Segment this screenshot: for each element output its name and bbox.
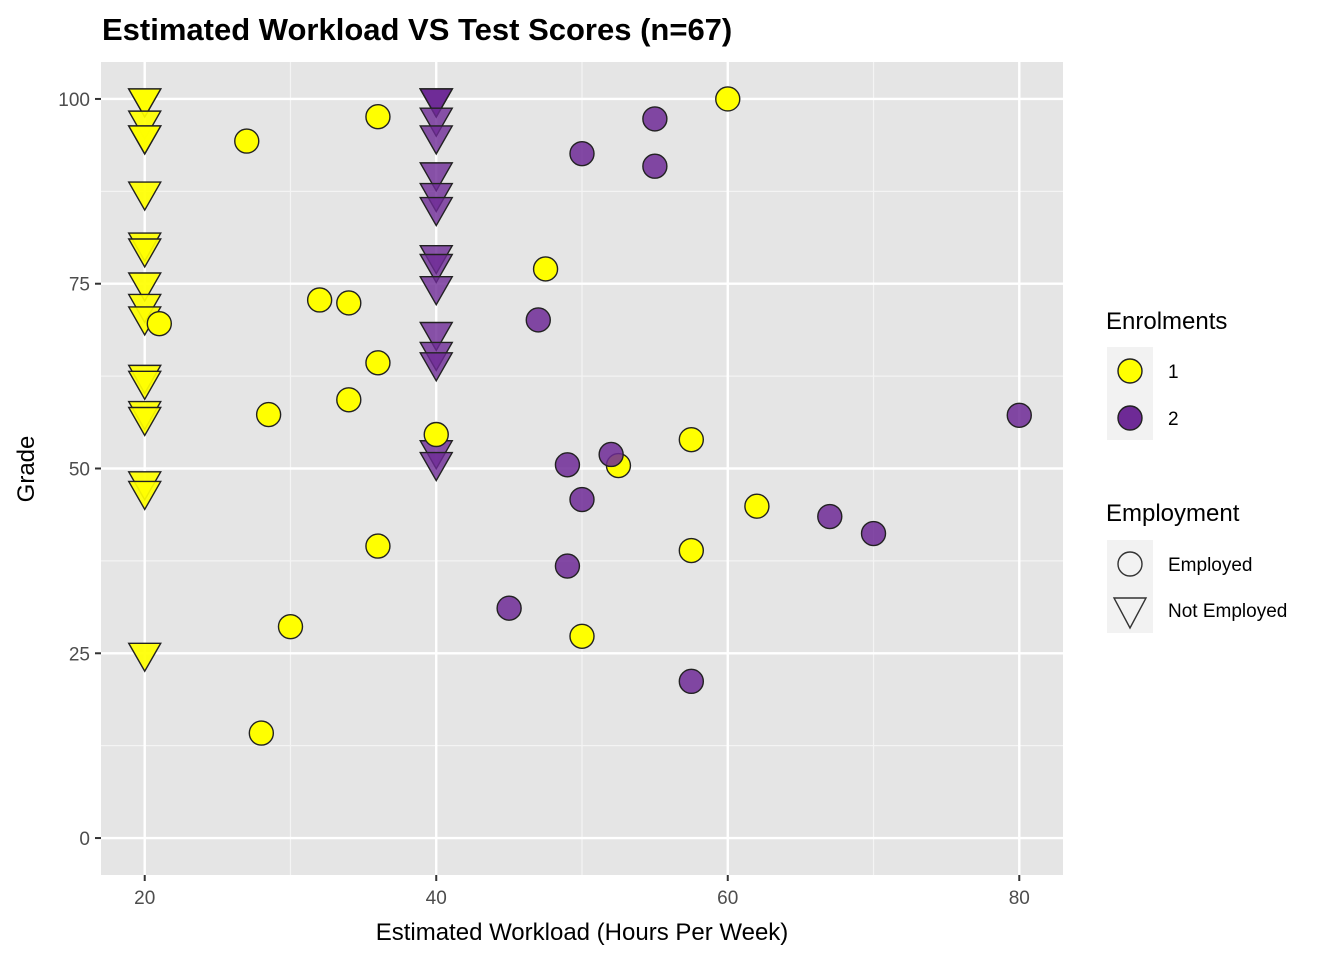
data-point-circle xyxy=(817,503,843,530)
data-point-circle xyxy=(525,307,551,333)
x-tick-label: 60 xyxy=(717,888,738,909)
x-axis-ticks: 20 40 60 80 xyxy=(134,875,1030,909)
y-axis-ticks: 0 25 50 75 100 xyxy=(58,90,101,850)
data-point-circle xyxy=(678,668,705,695)
data-point-circle xyxy=(306,287,333,313)
legend-key-enrolments-1 xyxy=(1117,358,1143,384)
x-tick-label: 40 xyxy=(426,888,447,909)
data-point-circle xyxy=(248,720,275,746)
data-point-circle xyxy=(598,441,624,468)
data-point-circle xyxy=(569,486,595,513)
data-point-circle xyxy=(532,256,559,282)
legend-label-employed: Employed xyxy=(1168,555,1253,576)
data-point-circle xyxy=(860,520,887,547)
x-tick-label: 20 xyxy=(134,888,155,909)
data-point-circle xyxy=(715,86,741,112)
legend-title-employment: Employment xyxy=(1106,500,1240,527)
legend-label-enrolments-2: 2 xyxy=(1168,409,1179,430)
y-tick-label: 75 xyxy=(69,275,90,296)
y-tick-label: 25 xyxy=(69,644,90,665)
x-tick-label: 80 xyxy=(1009,888,1030,909)
data-point-circle xyxy=(678,426,705,453)
chart-title: Estimated Workload VS Test Scores (n=67) xyxy=(102,12,732,47)
data-point-circle xyxy=(336,387,362,413)
y-tick-label: 100 xyxy=(58,90,90,111)
data-point-circle xyxy=(569,623,595,649)
data-point-circle xyxy=(365,533,391,559)
data-point-circle xyxy=(336,290,362,316)
data-point-circle xyxy=(642,106,668,132)
data-point-circle xyxy=(255,401,282,428)
data-point-circle xyxy=(365,103,391,130)
y-tick-label: 50 xyxy=(69,460,90,481)
scatter-chart: Estimated Workload VS Test Scores (n=67)… xyxy=(13,12,1287,946)
data-point-circle xyxy=(678,537,705,564)
data-point-circle xyxy=(496,595,522,621)
x-axis-title: Estimated Workload (Hours Per Week) xyxy=(376,919,789,946)
legend-employment: Employment Employed Not Employed xyxy=(1106,500,1287,633)
data-point-circle xyxy=(423,421,449,448)
y-axis-title: Grade xyxy=(13,436,40,503)
data-point-circle xyxy=(146,310,173,337)
legend-enrolments: Enrolments 1 2 xyxy=(1106,308,1227,440)
legend-key-background xyxy=(1107,540,1153,633)
y-tick-label: 0 xyxy=(79,829,90,850)
data-point-circle xyxy=(642,153,668,179)
data-point-circle xyxy=(554,452,581,478)
legend-title-enrolments: Enrolments xyxy=(1106,308,1227,335)
data-point-circle xyxy=(365,350,391,376)
legend-label-enrolments-1: 1 xyxy=(1168,362,1179,383)
legend-label-not-employed: Not Employed xyxy=(1168,601,1287,622)
data-point-circle xyxy=(234,128,260,154)
data-point-circle xyxy=(1006,402,1032,428)
legend-key-enrolments-2 xyxy=(1117,405,1143,431)
data-point-circle xyxy=(569,140,595,167)
data-point-circle xyxy=(744,493,770,519)
data-point-circle xyxy=(277,613,304,640)
data-point-circle xyxy=(554,553,581,579)
